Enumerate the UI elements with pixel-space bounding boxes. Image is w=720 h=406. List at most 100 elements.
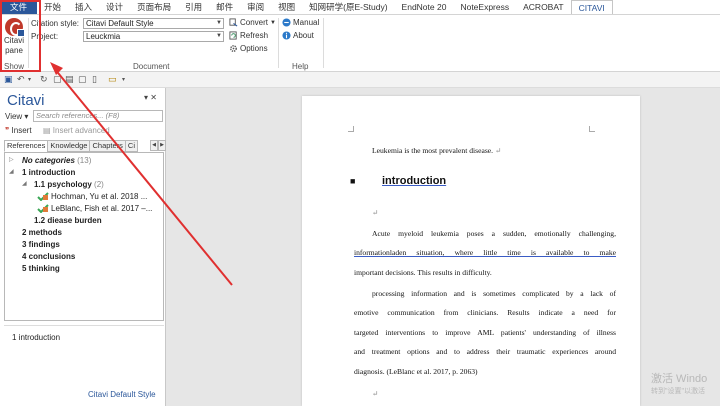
convert-icon — [229, 18, 238, 27]
menu-insert[interactable]: 插入 — [68, 0, 99, 14]
doc-heading: introduction — [382, 175, 447, 187]
chevron-right-icon[interactable]: ▶ — [158, 140, 166, 151]
footer-citation-style[interactable]: Citavi Default Style — [88, 390, 156, 399]
options-label: Options — [240, 44, 268, 53]
citation-style-label: Citation style: — [31, 19, 80, 28]
chevron-down-icon: ▼ — [270, 19, 276, 26]
pane-title: Citavi — [7, 92, 45, 109]
tree-node-methods[interactable]: 2 methods — [22, 228, 62, 237]
insert-advanced-button[interactable]: ▤ Insert advanced — [43, 126, 110, 135]
project-value: Leuckmia — [86, 32, 121, 41]
doc-p1-line1: Acute myeloid leukemia poses a sudden, e… — [372, 229, 616, 238]
redo-icon[interactable]: ↻ — [40, 74, 48, 85]
expand-icon[interactable]: ▷ — [9, 156, 14, 163]
options-button[interactable]: Options — [229, 44, 268, 53]
menu-review[interactable]: 审阅 — [240, 0, 271, 14]
menu-design[interactable]: 设计 — [99, 0, 130, 14]
activation-watermark-sub: 转到"设置"以激活 — [651, 388, 705, 395]
citavi-pane-label-1: Citavi — [3, 36, 24, 45]
tree-node-no-categories[interactable]: No categories (13) — [22, 156, 91, 165]
thinking-label: 5 thinking — [22, 264, 60, 273]
doc-p1-line2: informationladen situation, where little… — [354, 248, 616, 257]
insert-icon: ❞ — [5, 126, 10, 135]
disease-burden-label: 1.2 diease burden — [34, 216, 102, 225]
project-row: Project: Leuckmia ▼ — [31, 31, 224, 42]
tree-node-findings[interactable]: 3 findings — [22, 240, 60, 249]
psychology-label: 1.1 psychology — [34, 180, 92, 189]
manual-button[interactable]: Manual — [282, 18, 319, 27]
tree-node-conclusions[interactable]: 4 conclusions — [22, 252, 75, 261]
detail-panel: 1 introduction — [4, 325, 164, 389]
view-label: View — [5, 112, 23, 121]
introduction-label: 1 introduction — [22, 168, 76, 177]
menu-mailings[interactable]: 邮件 — [209, 0, 240, 14]
doc-line-1: Leukemia is the most prevalent disease. … — [372, 146, 501, 155]
tree-node-thinking[interactable]: 5 thinking — [22, 264, 60, 273]
help-group-label: Help — [292, 62, 309, 71]
insert-advanced-label: Insert advanced — [52, 126, 110, 135]
new-doc-icon[interactable]: ▢ — [53, 74, 62, 85]
refresh-icon — [229, 31, 237, 40]
folder-icon[interactable]: ▭ — [108, 74, 117, 85]
insert-button[interactable]: ❞ Insert — [5, 126, 32, 135]
tab-knowledge[interactable]: Knowledge — [47, 140, 90, 152]
menu-noteexpress[interactable]: NoteExpress — [453, 0, 516, 14]
about-button[interactable]: About — [282, 31, 314, 40]
doc-p2-line2: emotive communication from clinicians. R… — [354, 308, 616, 317]
citation-style-value: Citavi Default Style — [86, 19, 154, 28]
pane-tabs: References Knowledge Chapters Ci — [4, 140, 139, 152]
reference-item-leblanc[interactable]: LeBlanc, Fish et al. 2017 –... — [51, 204, 152, 213]
activation-watermark: 激活 Windo — [651, 373, 708, 385]
menu-view[interactable]: 视图 — [271, 0, 302, 14]
citavi-pane-button[interactable]: Citavi pane — [2, 17, 26, 61]
chevron-left-icon[interactable]: ◀ — [150, 140, 158, 151]
paragraph-mark: ↵ — [372, 389, 379, 398]
project-label: Project: — [31, 32, 59, 41]
tab-scroll: ◀ ▶ — [150, 140, 166, 151]
customize-icon[interactable]: ▾ — [122, 76, 125, 83]
project-select[interactable]: Leuckmia ▼ — [83, 31, 224, 42]
menu-endnote[interactable]: EndNote 20 — [395, 0, 454, 14]
menu-home[interactable]: 开始 — [37, 0, 68, 14]
refresh-label: Refresh — [240, 31, 269, 40]
search-input[interactable]: Search references... (F8) — [33, 110, 163, 122]
tab-ci[interactable]: Ci — [124, 140, 139, 152]
menu-estudy[interactable]: 知网研学(原E-Study) — [302, 0, 394, 14]
close-icon[interactable]: ✕ — [150, 93, 157, 102]
doc-p2-line5: diagnosis. (LeBlanc et al. 2017, p. 2063… — [354, 367, 478, 376]
document-page[interactable]: Leukemia is the most prevalent disease. … — [302, 96, 640, 406]
menu-acrobat[interactable]: ACROBAT — [516, 0, 570, 14]
citation-style-select[interactable]: Citavi Default Style ▼ — [83, 18, 224, 29]
citavi-pane: Citavi ▾ ✕ View ▾ Search references... (… — [0, 88, 166, 406]
collapse-icon[interactable]: ◢ — [9, 168, 14, 175]
chevron-down-icon: ▼ — [216, 33, 222, 39]
citation-style-row: Citation style: Citavi Default Style ▼ — [31, 18, 224, 29]
page-icon[interactable]: ▯ — [92, 74, 97, 85]
convert-button[interactable]: Convert ▼ — [229, 18, 276, 27]
print-preview-icon[interactable]: ▤ — [65, 74, 74, 85]
reference-check-icon — [37, 192, 49, 201]
refresh-button[interactable]: Refresh — [229, 31, 268, 40]
menu-references[interactable]: 引用 — [178, 0, 209, 14]
menu-layout[interactable]: 页面布局 — [130, 0, 178, 14]
open-icon[interactable]: ▢ — [78, 74, 87, 85]
chevron-down-icon[interactable]: ▾ — [28, 76, 31, 83]
reference-item-hochman[interactable]: Hochman, Yu et al. 2018 ... — [51, 192, 147, 201]
pane-controls[interactable]: ▾ ✕ — [144, 93, 157, 102]
menu-file[interactable]: 文件 — [0, 0, 38, 14]
tree-node-disease-burden[interactable]: 1.2 diease burden — [34, 216, 102, 225]
group-separator — [278, 18, 279, 68]
quick-access-toolbar: ▣ ↶ ▾ ↻ ▢ ▤ ▢ ▯ ▭ ▾ — [0, 72, 720, 88]
tree-node-introduction[interactable]: 1 introduction — [22, 168, 75, 177]
collapse-icon[interactable]: ◢ — [22, 180, 27, 187]
undo-icon[interactable]: ↶ — [17, 74, 25, 85]
tab-references[interactable]: References — [4, 140, 48, 152]
view-menu[interactable]: View ▾ — [5, 112, 28, 121]
chevron-down-icon[interactable]: ▾ — [144, 93, 148, 102]
margin-corner — [589, 126, 595, 132]
menu-citavi[interactable]: CITAVI — [570, 0, 613, 14]
tab-chapters[interactable]: Chapters — [89, 140, 125, 152]
save-icon[interactable]: ▣ — [4, 74, 13, 85]
reference-check-icon — [37, 204, 49, 213]
tree-node-psychology[interactable]: 1.1 psychology (2) — [34, 180, 104, 189]
